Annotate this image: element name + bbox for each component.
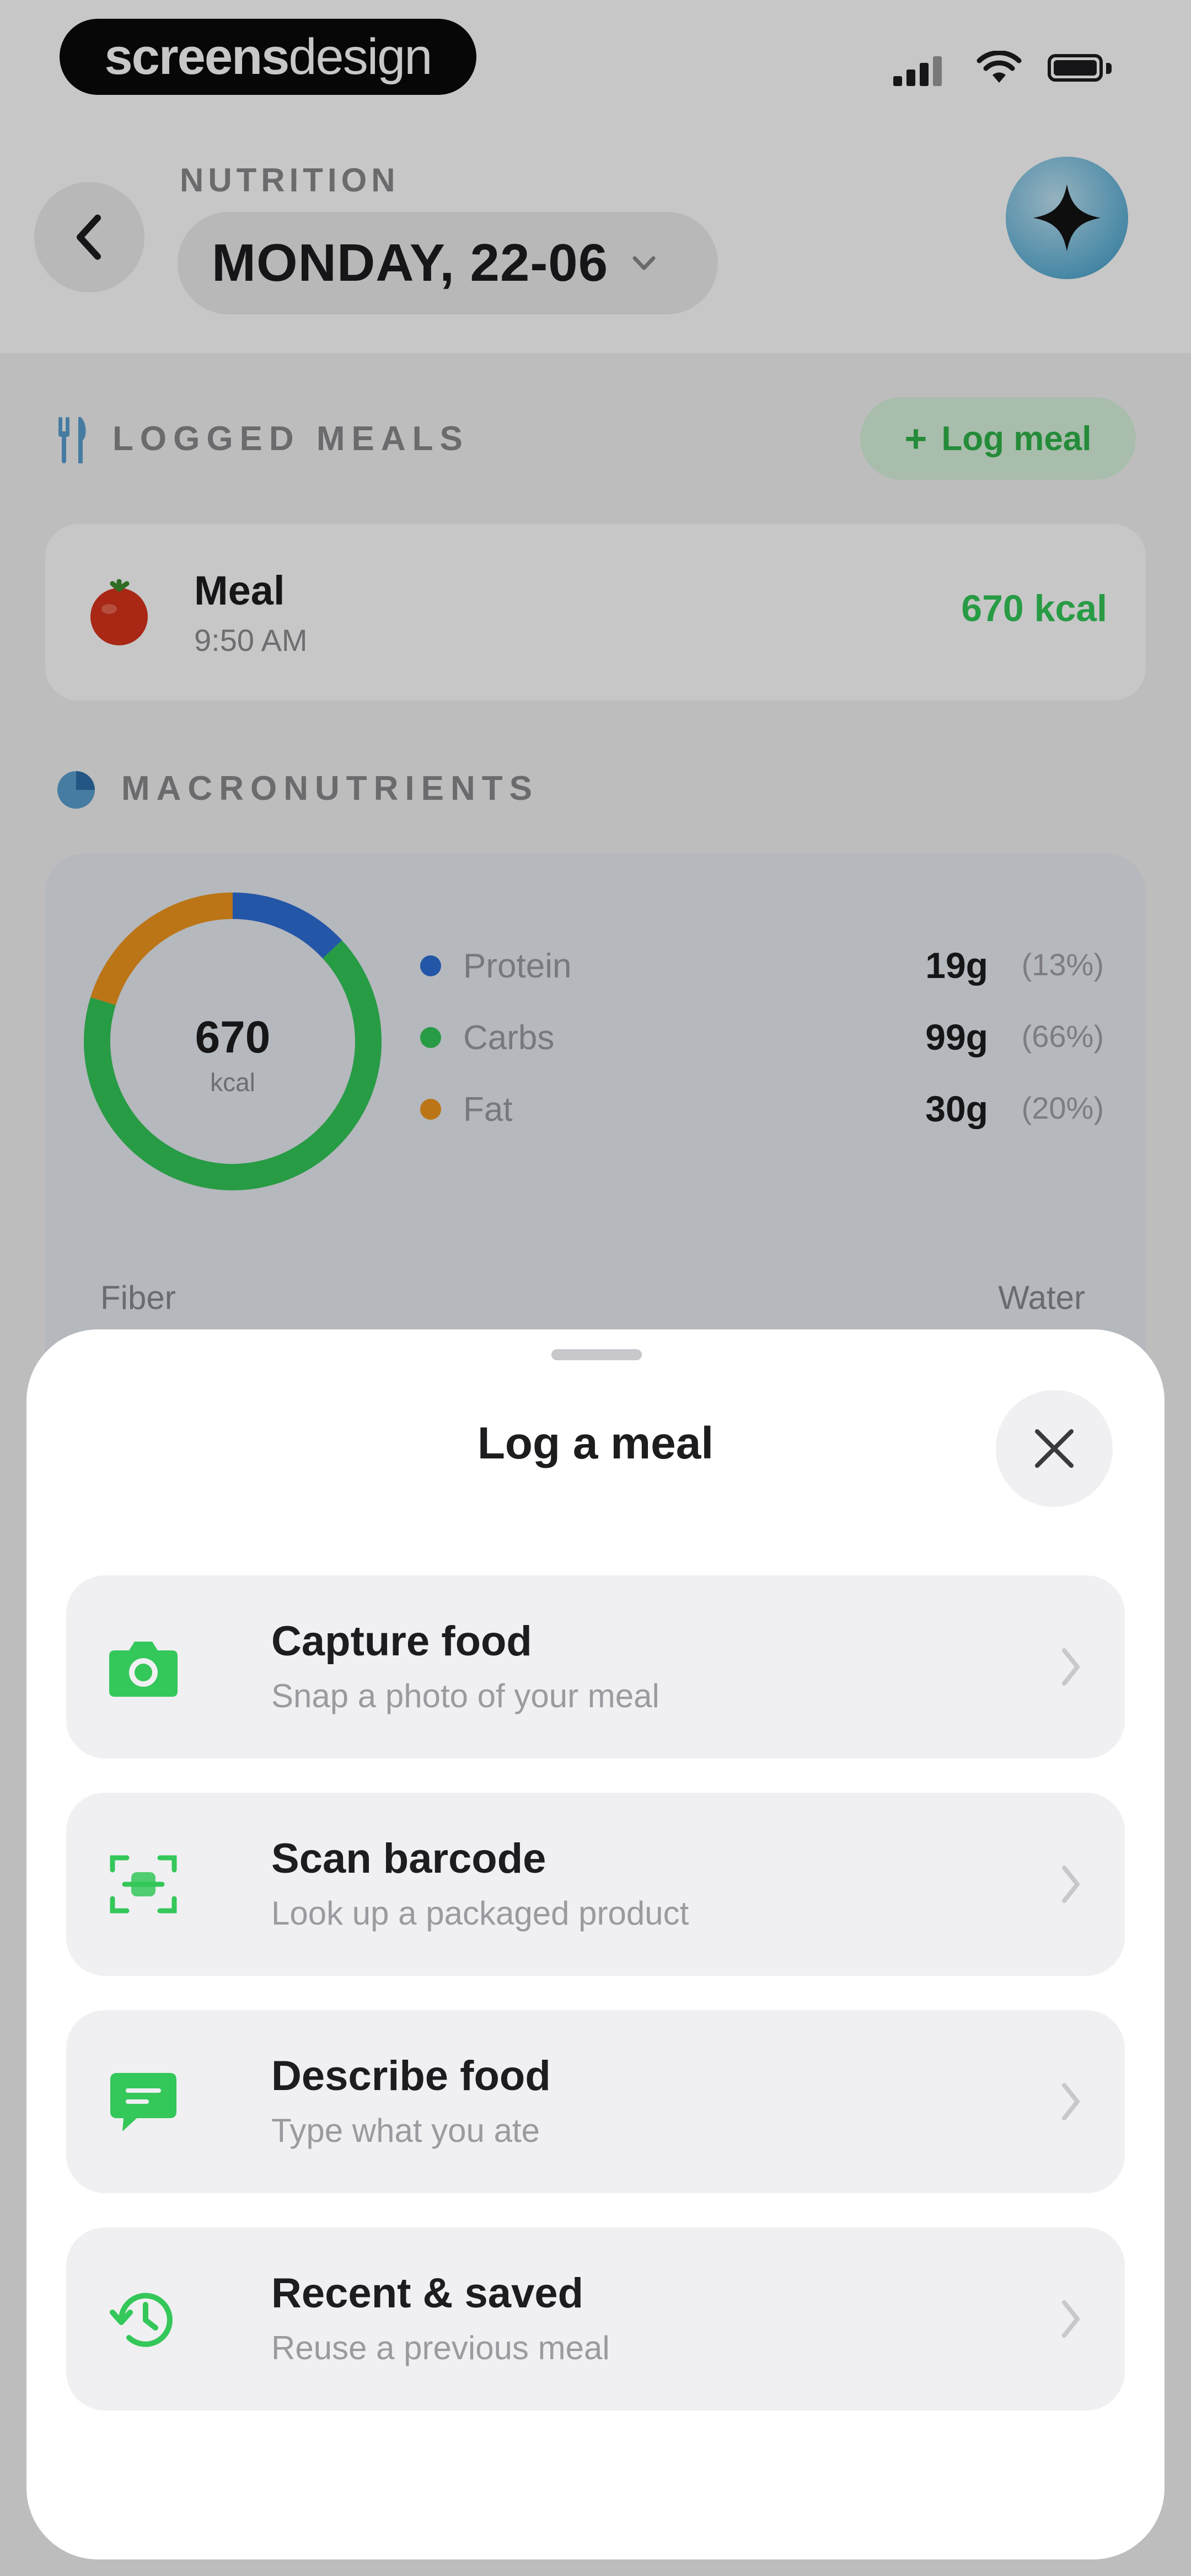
chevron-right-icon — [1062, 1648, 1080, 1686]
option-title: Recent & saved — [271, 2270, 584, 2317]
barcode-scan-icon — [110, 1855, 177, 1914]
log-meal-sheet: Log a meal Capture food Snap a photo of … — [26, 1329, 1165, 2559]
option-subtitle: Type what you ate — [271, 2112, 540, 2149]
option-title: Capture food — [271, 1618, 532, 1665]
close-icon — [1035, 1429, 1074, 1468]
option-describe-food[interactable]: Describe food Type what you ate — [66, 2010, 1125, 2193]
option-capture-food[interactable]: Capture food Snap a photo of your meal — [66, 1575, 1125, 1759]
option-title: Scan barcode — [271, 1835, 546, 1882]
chat-bubble-icon — [110, 2073, 176, 2131]
option-title: Describe food — [271, 2053, 551, 2099]
option-recent-saved[interactable]: Recent & saved Reuse a previous meal — [66, 2227, 1125, 2411]
sheet-title: Log a meal — [477, 1418, 714, 1468]
history-icon — [110, 2292, 173, 2347]
chevron-right-icon — [1062, 2300, 1080, 2338]
option-scan-barcode[interactable]: Scan barcode Look up a packaged product — [66, 1793, 1125, 1976]
option-subtitle: Reuse a previous meal — [271, 2329, 610, 2366]
chevron-right-icon — [1062, 1866, 1080, 1903]
chevron-right-icon — [1062, 2083, 1080, 2120]
camera-icon — [109, 1642, 178, 1697]
close-button[interactable] — [996, 1390, 1113, 1507]
option-subtitle: Look up a packaged product — [271, 1895, 689, 1932]
option-subtitle: Snap a photo of your meal — [271, 1677, 659, 1714]
sheet-grabber[interactable] — [551, 1349, 642, 1360]
